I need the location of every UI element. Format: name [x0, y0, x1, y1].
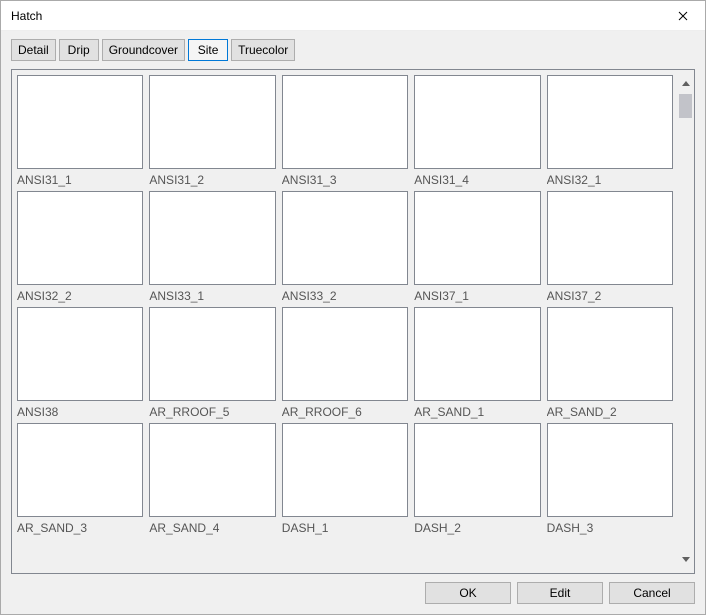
pattern-swatch — [282, 75, 408, 169]
pattern-cell[interactable]: ANSI32_1 — [547, 75, 673, 187]
pattern-cell[interactable]: AR_SAND_1 — [414, 307, 540, 419]
dialog-body: Detail Drip Groundcover Site Truecolor A… — [1, 31, 705, 614]
pattern-label: AR_SAND_1 — [414, 405, 540, 419]
scroll-track[interactable] — [677, 92, 694, 551]
ok-button[interactable]: OK — [425, 582, 511, 604]
tab-drip[interactable]: Drip — [59, 39, 99, 61]
pattern-swatch — [149, 75, 275, 169]
pattern-label: AR_SAND_4 — [149, 521, 275, 535]
pattern-label: ANSI37_2 — [547, 289, 673, 303]
tab-detail[interactable]: Detail — [11, 39, 56, 61]
pattern-cell[interactable]: ANSI31_4 — [414, 75, 540, 187]
pattern-cell[interactable]: AR_SAND_3 — [17, 423, 143, 535]
pattern-swatch — [414, 423, 540, 517]
pattern-cell[interactable]: ANSI32_2 — [17, 191, 143, 303]
button-label: OK — [459, 586, 476, 600]
pattern-swatch — [17, 307, 143, 401]
pattern-cell[interactable]: ANSI33_1 — [149, 191, 275, 303]
pattern-label: ANSI31_2 — [149, 173, 275, 187]
tab-truecolor[interactable]: Truecolor — [231, 39, 295, 61]
pattern-swatch — [547, 423, 673, 517]
pattern-swatch — [149, 423, 275, 517]
pattern-label: ANSI32_1 — [547, 173, 673, 187]
close-icon[interactable] — [660, 1, 705, 31]
edit-button[interactable]: Edit — [517, 582, 603, 604]
tab-label: Truecolor — [238, 43, 288, 57]
pattern-label: AR_RROOF_5 — [149, 405, 275, 419]
pattern-swatch — [414, 191, 540, 285]
pattern-label: DASH_3 — [547, 521, 673, 535]
scroll-thumb[interactable] — [679, 94, 692, 118]
pattern-swatch — [17, 191, 143, 285]
pattern-cell[interactable]: AR_SAND_4 — [149, 423, 275, 535]
pattern-label: AR_RROOF_6 — [282, 405, 408, 419]
pattern-cell[interactable]: ANSI38 — [17, 307, 143, 419]
window-title: Hatch — [11, 9, 42, 23]
pattern-cell[interactable]: DASH_1 — [282, 423, 408, 535]
tab-label: Groundcover — [109, 43, 178, 57]
vertical-scrollbar[interactable] — [677, 75, 694, 568]
pattern-cell[interactable]: DASH_3 — [547, 423, 673, 535]
pattern-swatch — [17, 75, 143, 169]
scroll-down-icon[interactable] — [677, 551, 694, 568]
pattern-cell[interactable]: AR_RROOF_5 — [149, 307, 275, 419]
pattern-label: ANSI33_1 — [149, 289, 275, 303]
pattern-label: ANSI31_3 — [282, 173, 408, 187]
button-label: Cancel — [633, 586, 670, 600]
tab-label: Detail — [18, 43, 49, 57]
pattern-panel: ANSI31_1 ANSI31_2 ANSI31_3 ANSI31_4 ANSI32_1… — [11, 69, 695, 574]
pattern-label: AR_SAND_3 — [17, 521, 143, 535]
pattern-cell[interactable]: DASH_2 — [414, 423, 540, 535]
category-tabs: Detail Drip Groundcover Site Truecolor — [11, 39, 695, 61]
pattern-swatch — [414, 307, 540, 401]
pattern-swatch — [17, 423, 143, 517]
tab-label: Site — [198, 43, 219, 57]
button-label: Edit — [550, 586, 571, 600]
pattern-swatch — [282, 307, 408, 401]
pattern-label: ANSI37_1 — [414, 289, 540, 303]
pattern-swatch — [414, 75, 540, 169]
hatch-dialog: Hatch Detail Drip Groundcover Site Truec… — [0, 0, 706, 615]
pattern-swatch — [149, 191, 275, 285]
pattern-label: DASH_2 — [414, 521, 540, 535]
pattern-swatch — [282, 423, 408, 517]
pattern-label: DASH_1 — [282, 521, 408, 535]
tab-groundcover[interactable]: Groundcover — [102, 39, 185, 61]
pattern-grid: ANSI31_1 ANSI31_2 ANSI31_3 ANSI31_4 ANSI32_1… — [17, 75, 677, 535]
pattern-swatch — [282, 191, 408, 285]
pattern-viewport: ANSI31_1 ANSI31_2 ANSI31_3 ANSI31_4 ANSI32_1… — [17, 75, 677, 568]
pattern-label: ANSI31_1 — [17, 173, 143, 187]
pattern-label: ANSI38 — [17, 405, 143, 419]
cancel-button[interactable]: Cancel — [609, 582, 695, 604]
pattern-cell[interactable]: ANSI37_1 — [414, 191, 540, 303]
pattern-cell[interactable]: AR_RROOF_6 — [282, 307, 408, 419]
pattern-swatch — [547, 75, 673, 169]
dialog-footer: OK Edit Cancel — [11, 574, 695, 604]
pattern-cell[interactable]: ANSI31_1 — [17, 75, 143, 187]
pattern-cell[interactable]: ANSI31_3 — [282, 75, 408, 187]
pattern-cell[interactable]: AR_SAND_2 — [547, 307, 673, 419]
tab-label: Drip — [68, 43, 90, 57]
pattern-cell[interactable]: ANSI31_2 — [149, 75, 275, 187]
pattern-label: ANSI32_2 — [17, 289, 143, 303]
pattern-swatch — [547, 191, 673, 285]
pattern-label: ANSI33_2 — [282, 289, 408, 303]
pattern-label: ANSI31_4 — [414, 173, 540, 187]
titlebar: Hatch — [1, 1, 705, 31]
pattern-swatch — [547, 307, 673, 401]
scroll-up-icon[interactable] — [677, 75, 694, 92]
pattern-label: AR_SAND_2 — [547, 405, 673, 419]
pattern-cell[interactable]: ANSI37_2 — [547, 191, 673, 303]
tab-site[interactable]: Site — [188, 39, 228, 61]
pattern-cell[interactable]: ANSI33_2 — [282, 191, 408, 303]
pattern-swatch — [149, 307, 275, 401]
